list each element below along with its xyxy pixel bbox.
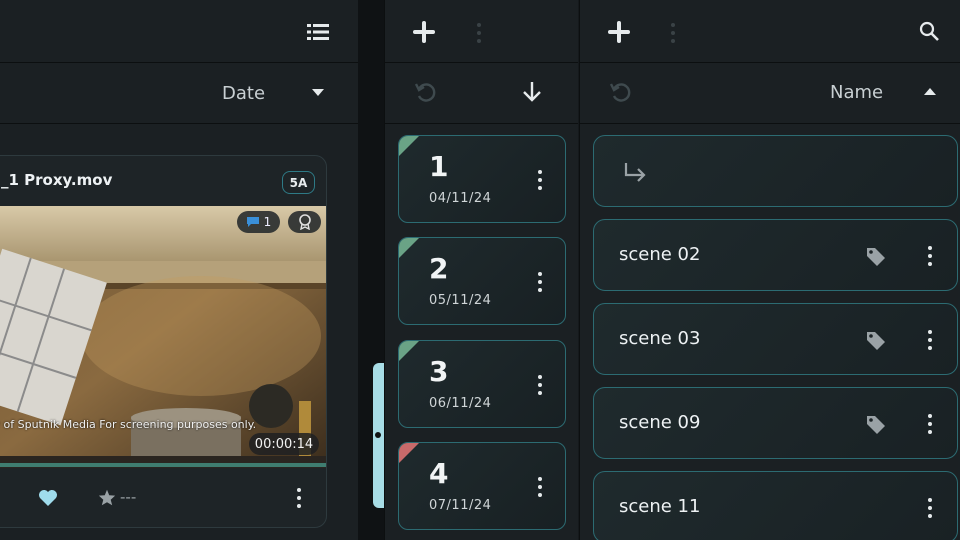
day-date: 07/11/24 xyxy=(429,498,492,513)
subdirectory-arrow-icon[interactable] xyxy=(622,161,648,185)
days-more-icon[interactable] xyxy=(476,23,482,43)
clips-toolbar xyxy=(0,0,358,63)
clip-rating[interactable]: --- xyxy=(98,488,136,506)
day-more-icon[interactable] xyxy=(537,477,543,497)
rating-value: --- xyxy=(120,488,137,506)
day-more-icon[interactable] xyxy=(537,375,543,395)
heart-icon[interactable] xyxy=(37,488,59,508)
scenes-more-icon[interactable] xyxy=(670,23,676,43)
tag-icon[interactable] xyxy=(866,415,886,439)
scene-more-icon[interactable] xyxy=(927,498,933,518)
clips-panel: Date _1 Proxy.mov 5A 1 esy of Sputnik Me… xyxy=(0,0,358,540)
shooting-day-card[interactable]: 4 07/11/24 xyxy=(398,442,566,530)
day-status-marker xyxy=(399,443,419,463)
clip-duration: 00:00:14 xyxy=(249,433,319,455)
day-date: 05/11/24 xyxy=(429,293,492,308)
scene-name: scene 02 xyxy=(619,244,701,265)
scene-more-icon[interactable] xyxy=(927,246,933,266)
scene-name: scene 11 xyxy=(619,496,701,517)
clips-sort-bar: Date xyxy=(0,63,358,124)
day-number: 3 xyxy=(429,355,449,388)
list-view-icon[interactable] xyxy=(306,22,330,42)
days-toolbar xyxy=(385,0,578,63)
clip-more-icon[interactable] xyxy=(296,488,302,508)
day-more-icon[interactable] xyxy=(537,272,543,292)
scene-more-icon[interactable] xyxy=(927,414,933,434)
award-icon xyxy=(298,214,311,230)
star-icon xyxy=(98,489,116,505)
day-date: 04/11/24 xyxy=(429,191,492,206)
day-status-marker xyxy=(399,238,419,258)
parent-scene-row[interactable] xyxy=(593,135,958,207)
clip-scene-badge: 5A xyxy=(282,171,315,194)
refresh-icon[interactable] xyxy=(412,79,438,105)
comment-icon xyxy=(246,217,259,227)
tag-icon[interactable] xyxy=(866,331,886,355)
clip-card[interactable]: _1 Proxy.mov 5A 1 esy of Sputnik Media F… xyxy=(0,155,327,528)
scene-name: scene 09 xyxy=(619,412,701,433)
scene-row[interactable]: scene 03 xyxy=(593,303,958,375)
scene-row[interactable]: scene 11 xyxy=(593,471,958,540)
scenes-panel: Name scene 02 scene 03 scene 09 scene 11 xyxy=(579,0,960,540)
day-number: 4 xyxy=(429,457,449,490)
comment-count: 1 xyxy=(263,215,272,229)
add-scene-plus-icon[interactable] xyxy=(606,19,632,45)
shooting-day-card[interactable]: 3 06/11/24 xyxy=(398,340,566,428)
shooting-day-card[interactable]: 2 05/11/24 xyxy=(398,237,566,325)
award-badge[interactable] xyxy=(288,211,321,233)
tag-icon[interactable] xyxy=(866,247,886,271)
chevron-up-icon[interactable] xyxy=(923,86,937,96)
arrow-down-icon[interactable] xyxy=(521,80,543,104)
shooting-day-card[interactable]: 1 04/11/24 xyxy=(398,135,566,223)
day-number: 2 xyxy=(429,252,449,285)
scenes-toolbar xyxy=(580,0,960,63)
sort-field-label[interactable]: Name xyxy=(830,82,883,103)
day-number: 1 xyxy=(429,150,449,183)
shooting-days-panel: 1 04/11/24 2 05/11/24 3 06/11/24 4 07/11… xyxy=(384,0,578,540)
day-more-icon[interactable] xyxy=(537,170,543,190)
days-sort-bar xyxy=(385,63,578,124)
scenes-sort-bar: Name xyxy=(580,63,960,124)
day-status-marker xyxy=(399,136,419,156)
refresh-icon[interactable] xyxy=(607,79,633,105)
chevron-down-icon[interactable] xyxy=(310,87,326,97)
sort-field-label[interactable]: Date xyxy=(222,83,265,104)
comment-count-badge[interactable]: 1 xyxy=(237,211,280,233)
clip-progress-bar xyxy=(0,463,326,467)
day-date: 06/11/24 xyxy=(429,396,492,411)
scene-row[interactable]: scene 09 xyxy=(593,387,958,459)
scene-name: scene 03 xyxy=(619,328,701,349)
search-icon[interactable] xyxy=(918,20,940,42)
add-day-plus-icon[interactable] xyxy=(411,19,437,45)
clip-title: _1 Proxy.mov xyxy=(1,171,113,189)
day-status-marker xyxy=(399,341,419,361)
resize-handle-grip xyxy=(375,432,381,438)
clip-watermark-text: esy of Sputnik Media For screening purpo… xyxy=(0,418,257,431)
scene-row[interactable]: scene 02 xyxy=(593,219,958,291)
scene-more-icon[interactable] xyxy=(927,330,933,350)
